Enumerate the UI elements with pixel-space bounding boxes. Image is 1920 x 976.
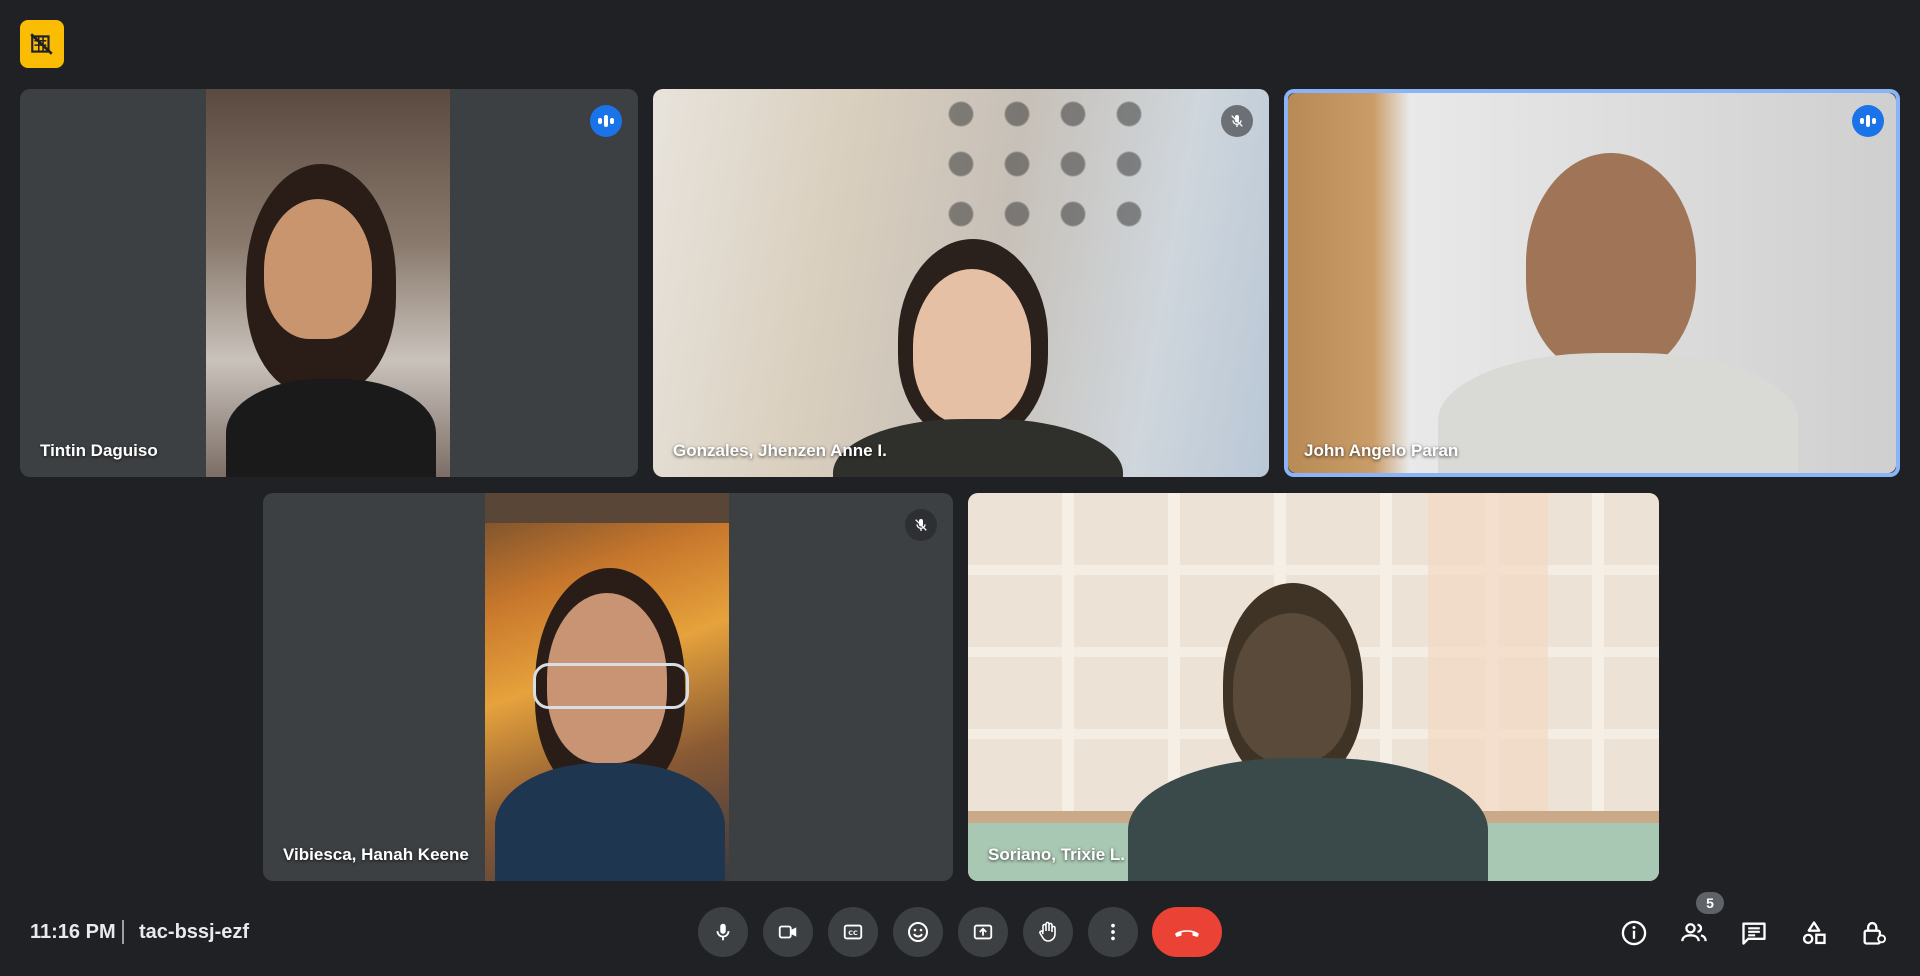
captions-icon: CC — [843, 924, 863, 940]
microphone-button[interactable] — [698, 907, 748, 957]
end-call-icon — [1175, 930, 1199, 937]
activities-button[interactable] — [1792, 911, 1836, 955]
participant-name: Gonzales, Jhenzen Anne I. — [673, 441, 887, 460]
people-icon — [1681, 923, 1707, 942]
chat-icon — [1742, 922, 1766, 945]
meeting-code: tac-bssj-ezf — [139, 921, 250, 943]
meeting-time: 11:16 PM — [30, 921, 116, 943]
host-controls-button[interactable] — [1852, 911, 1896, 955]
meeting-details-button[interactable] — [1612, 911, 1656, 955]
participant-tile-5[interactable]: Soriano, Trixie L. — [968, 493, 1659, 881]
end-call-button[interactable] — [1152, 907, 1222, 957]
host-controls-icon — [1863, 921, 1887, 945]
emoji-button[interactable] — [893, 907, 943, 957]
captions-button[interactable]: CC — [828, 907, 878, 957]
participant-name: Vibiesca, Hanah Keene — [283, 845, 469, 864]
camera-icon — [778, 925, 797, 939]
participant-tile-3[interactable]: John Angelo Paran — [1284, 89, 1900, 477]
participant-video — [968, 493, 1659, 881]
speaking-indicator-icon — [590, 105, 622, 137]
more-options-icon — [1111, 923, 1115, 941]
hidden-content-badge[interactable] — [20, 20, 64, 68]
microphone-icon — [716, 923, 730, 941]
participant-video — [206, 89, 450, 477]
more-options-button[interactable] — [1088, 907, 1138, 957]
no-video-icon — [30, 33, 53, 55]
raise-hand-icon — [1039, 921, 1056, 942]
people-button[interactable] — [1672, 911, 1716, 955]
muted-mic-icon — [1221, 105, 1253, 137]
camera-button[interactable] — [763, 907, 813, 957]
participant-name: Soriano, Trixie L. — [988, 845, 1125, 864]
present-screen-button[interactable] — [958, 907, 1008, 957]
activities-icon — [1802, 921, 1826, 945]
participant-name: Tintin Daguiso — [40, 441, 158, 460]
participant-video — [485, 493, 729, 881]
speaking-indicator-icon — [1852, 105, 1884, 137]
divider — [122, 920, 124, 944]
muted-mic-icon — [905, 509, 937, 541]
chat-button[interactable] — [1732, 911, 1776, 955]
info-icon — [1621, 920, 1647, 946]
participant-video — [1288, 93, 1896, 473]
raise-hand-button[interactable] — [1023, 907, 1073, 957]
participant-name: John Angelo Paran — [1304, 441, 1459, 460]
svg-text:CC: CC — [848, 929, 858, 937]
present-screen-icon — [973, 924, 993, 940]
participant-tile-1[interactable]: Tintin Daguiso — [20, 89, 638, 477]
participant-video — [653, 89, 1269, 477]
emoji-icon — [908, 922, 928, 942]
participant-tile-4[interactable]: Vibiesca, Hanah Keene — [263, 493, 953, 881]
participant-tile-2[interactable]: Gonzales, Jhenzen Anne I. — [653, 89, 1269, 477]
